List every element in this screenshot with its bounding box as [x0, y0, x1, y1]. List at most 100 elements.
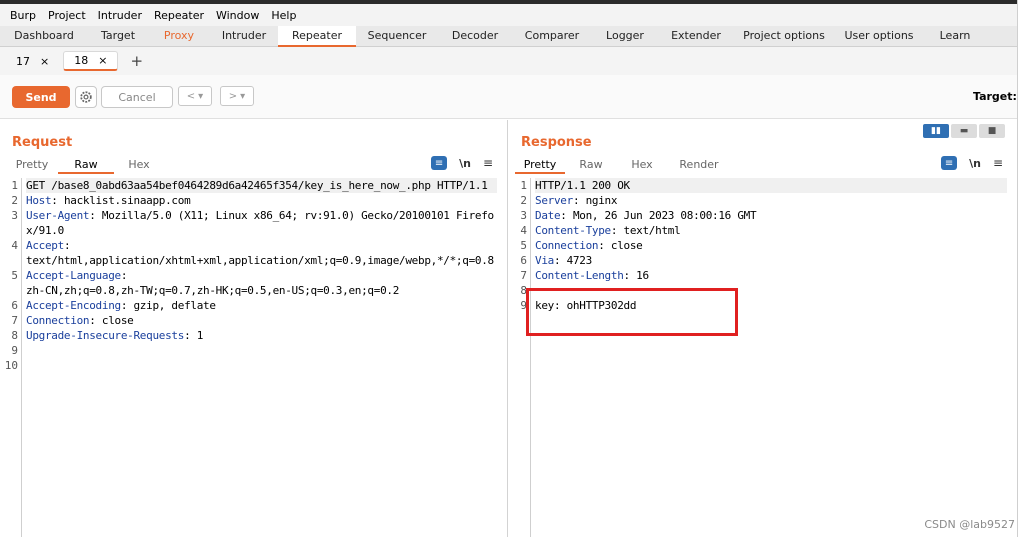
header-name: User-Agent [26, 209, 90, 222]
code-line[interactable]: GET /base8_0abd63aa54bef0464289d6a42465f… [26, 178, 497, 193]
line-number: 6 [520, 254, 527, 267]
wrap-lines-icon[interactable]: ≡ [431, 156, 448, 170]
menu-bar: Burp Project Intruder Repeater Window He… [0, 4, 1017, 26]
header-name: Via [535, 254, 554, 267]
line-number: 6 [11, 299, 18, 312]
tab-repeater[interactable]: Repeater [278, 26, 356, 47]
line-number: 1 [11, 179, 18, 192]
menu-burp[interactable]: Burp [4, 9, 42, 22]
repeater-tab-label: 17 [16, 54, 30, 68]
close-icon[interactable]: × [40, 55, 49, 68]
code-line[interactable]: Content-Length: 16 [535, 268, 1007, 283]
repeater-tab-18[interactable]: 18 × [63, 51, 119, 71]
close-icon[interactable]: × [98, 54, 107, 67]
layout-side-by-side-icon[interactable]: ▮▮ [923, 124, 949, 138]
menu-intruder[interactable]: Intruder [92, 9, 148, 22]
response-tab-pretty[interactable]: Pretty [515, 156, 565, 174]
code-line[interactable]: Content-Type: text/html [535, 223, 1007, 238]
code-line[interactable]: Accept-Language: zh-CN,zh;q=0.8,zh-TW;q=… [26, 268, 497, 298]
request-title: Request [12, 135, 73, 150]
line-number: 2 [11, 194, 18, 207]
tab-sequencer[interactable]: Sequencer [356, 26, 438, 47]
menu-project[interactable]: Project [42, 9, 92, 22]
send-button[interactable]: Send [12, 86, 70, 108]
menu-repeater[interactable]: Repeater [148, 9, 210, 22]
dropdown-icon: ▾ [240, 90, 246, 102]
header-name: Accept-Language [26, 269, 121, 282]
code-text: : Mozilla/5.0 (X11; Linux x86_64; rv:91.… [26, 209, 494, 237]
code-line[interactable]: HTTP/1.1 200 OK [535, 178, 1007, 193]
repeater-tab-bar: 17 × 18 × + [0, 47, 1017, 75]
repeater-tab-17[interactable]: 17 × [6, 51, 59, 71]
dropdown-icon: ▾ [198, 90, 204, 102]
line-number: 10 [4, 359, 18, 372]
response-tab-render[interactable]: Render [667, 156, 731, 174]
code-text: : text/html [610, 224, 681, 237]
tab-project-options[interactable]: Project options [734, 26, 834, 47]
tab-logger[interactable]: Logger [592, 26, 658, 47]
response-tab-hex[interactable]: Hex [617, 156, 667, 174]
code-line[interactable]: User-Agent: Mozilla/5.0 (X11; Linux x86_… [26, 208, 497, 238]
code-text: : gzip, deflate [120, 299, 216, 312]
tab-dashboard[interactable]: Dashboard [0, 26, 88, 47]
code-line[interactable]: Connection: close [26, 313, 497, 328]
tab-proxy[interactable]: Proxy [148, 26, 210, 47]
code-text: : hacklist.sinaapp.com [51, 194, 191, 207]
repeater-tab-label: 18 [74, 54, 89, 67]
layout-single-icon[interactable]: ■ [979, 124, 1005, 138]
line-number: 8 [11, 329, 18, 342]
menu-window[interactable]: Window [210, 9, 265, 22]
code-text: : 4723 [553, 254, 592, 267]
code-line[interactable]: Accept-Encoding: gzip, deflate [26, 298, 497, 313]
line-number: 3 [520, 209, 527, 222]
newline-icon[interactable]: \n [459, 157, 471, 170]
code-line[interactable]: Accept: text/html,application/xhtml+xml,… [26, 238, 497, 268]
header-name: Connection [535, 239, 599, 252]
code-line[interactable]: Upgrade-Insecure-Requests: 1 [26, 328, 497, 343]
tab-extender[interactable]: Extender [658, 26, 734, 47]
code-line[interactable]: Via: 4723 [535, 253, 1007, 268]
request-code[interactable]: GET /base8_0abd63aa54bef0464289d6a42465f… [26, 178, 497, 373]
code-line[interactable]: ​ [26, 343, 497, 358]
forward-button[interactable]: > ▾ [220, 86, 254, 106]
back-button[interactable]: < ▾ [178, 86, 212, 106]
menu-icon[interactable]: ≡ [993, 156, 1003, 170]
add-tab-icon[interactable]: + [122, 52, 151, 70]
request-tab-hex[interactable]: Hex [114, 156, 164, 174]
response-tab-raw[interactable]: Raw [565, 156, 617, 174]
menu-icon[interactable]: ≡ [483, 156, 493, 170]
tab-decoder[interactable]: Decoder [438, 26, 512, 47]
request-tab-pretty[interactable]: Pretty [6, 156, 58, 174]
code-line[interactable]: Server: nginx [535, 193, 1007, 208]
code-line[interactable]: Date: Mon, 26 Jun 2023 08:00:16 GMT [535, 208, 1007, 223]
target-label[interactable]: Target: h [973, 90, 1017, 103]
chevron-right-icon: > [228, 90, 238, 102]
tab-user-options[interactable]: User options [834, 26, 924, 47]
line-number: 5 [520, 239, 527, 252]
request-tab-raw[interactable]: Raw [58, 156, 114, 174]
code-line[interactable]: ​ [26, 358, 497, 373]
highlight-box [526, 288, 738, 336]
header-name: Content-Length [535, 269, 624, 282]
code-line[interactable]: Host: hacklist.sinaapp.com [26, 193, 497, 208]
header-name: Connection [26, 314, 90, 327]
menu-help[interactable]: Help [265, 9, 302, 22]
tab-comparer[interactable]: Comparer [512, 26, 592, 47]
line-number: 3 [11, 209, 18, 222]
response-editor[interactable]: HTTP/1.1 200 OK Server: nginx Date: Mon, 2… [509, 178, 1017, 537]
watermark: CSDN @lab9527 [924, 518, 1015, 531]
request-pane: Request Pretty Raw Hex ≡ \n ≡ GET /base8… [0, 120, 508, 537]
cancel-button[interactable]: Cancel [101, 86, 173, 108]
line-number: 9 [11, 344, 18, 357]
settings-gear-button[interactable] [75, 86, 97, 108]
wrap-lines-icon[interactable]: ≡ [941, 156, 958, 170]
request-editor[interactable]: GET /base8_0abd63aa54bef0464289d6a42465f… [0, 178, 507, 537]
tab-target[interactable]: Target [88, 26, 148, 47]
tab-learn[interactable]: Learn [924, 26, 986, 47]
main-tab-bar: Dashboard Target Proxy Intruder Repeater… [0, 26, 1017, 47]
layout-stacked-icon[interactable]: ▬ [951, 124, 977, 138]
code-text: : 1 [184, 329, 204, 342]
tab-intruder[interactable]: Intruder [210, 26, 278, 47]
newline-icon[interactable]: \n [969, 157, 981, 170]
code-line[interactable]: Connection: close [535, 238, 1007, 253]
